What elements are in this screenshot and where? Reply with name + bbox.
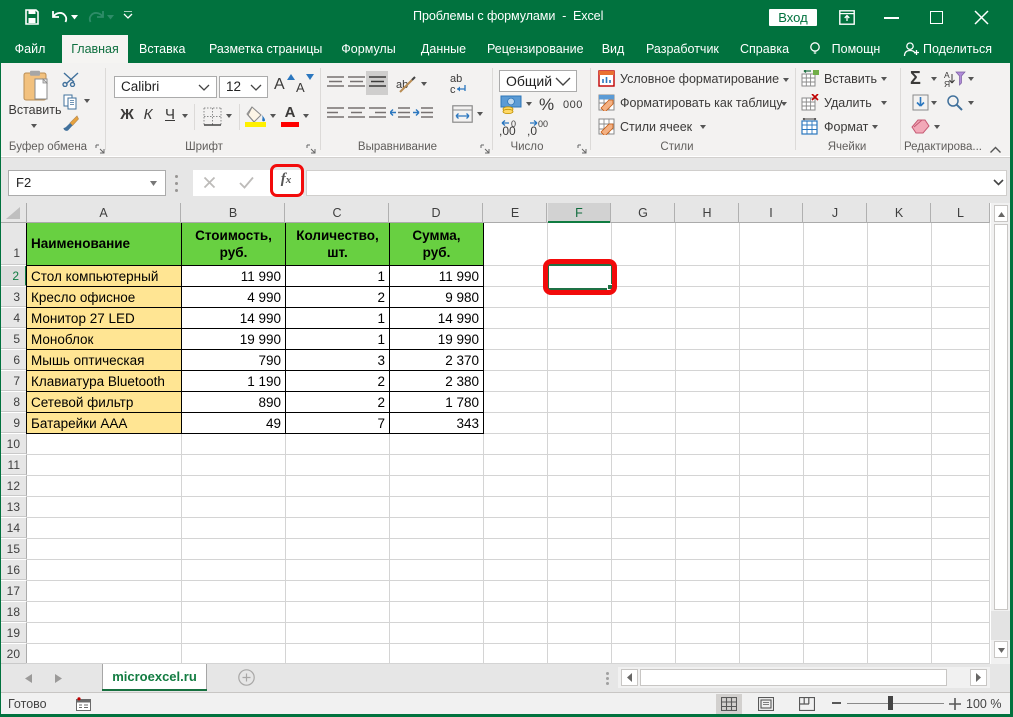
svg-text:00: 00 xyxy=(538,119,548,129)
svg-text:c: c xyxy=(450,84,456,96)
svg-text:,0: ,0 xyxy=(527,124,537,137)
svg-text:0: 0 xyxy=(511,119,516,129)
